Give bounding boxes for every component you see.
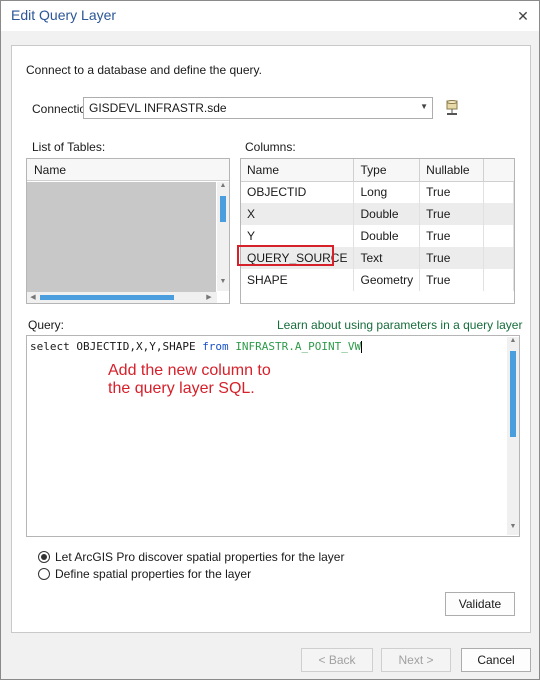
define-option-label: Define spatial properties for the layer [55, 567, 252, 581]
scroll-down-icon[interactable]: ▼ [507, 523, 519, 530]
row-filler [483, 203, 515, 225]
discover-option-label: Let ArcGIS Pro discover spatial properti… [55, 550, 345, 564]
highlight-box [237, 245, 334, 266]
tables-hscroll-thumb[interactable] [40, 295, 174, 300]
scroll-left-icon[interactable]: ◀ [27, 293, 39, 301]
sql-text: select OBJECTID,X,Y,SHAPE from INFRASTR.… [30, 340, 363, 353]
columns-label: Columns: [245, 140, 296, 154]
query-label: Query: [28, 318, 65, 332]
sql-prefix: select OBJECTID,X,Y,SHAPE [30, 340, 203, 353]
title-bar: Edit Query Layer ✕ [1, 1, 539, 31]
back-button[interactable]: < Back [301, 648, 373, 672]
query-vertical-scrollbar[interactable]: ▲ ▼ [507, 337, 519, 535]
row-filler [483, 225, 515, 247]
table-row[interactable]: Y Double True [241, 225, 515, 247]
column-header-type[interactable]: Type [353, 159, 421, 182]
columns-table: Name Type Nullable OBJECTID Long True X … [241, 159, 515, 291]
row-type: Geometry [353, 269, 421, 291]
database-connection-icon[interactable] [443, 99, 461, 117]
row-name: OBJECTID [241, 181, 355, 203]
define-option[interactable]: Define spatial properties for the layer [38, 567, 251, 581]
tables-vertical-scrollbar[interactable]: ▲ ▼ [217, 182, 229, 291]
close-icon[interactable]: ✕ [513, 6, 533, 26]
column-header-nullable[interactable]: Nullable [419, 159, 484, 182]
validate-button[interactable]: Validate [445, 592, 515, 616]
row-name: SHAPE [241, 269, 355, 291]
row-nullable: True [419, 203, 484, 225]
radio-unselected-icon[interactable] [38, 568, 50, 580]
tables-header-name: Name [34, 163, 67, 177]
row-nullable: True [419, 181, 484, 203]
column-header-name[interactable]: Name [241, 159, 355, 182]
next-button[interactable]: Next > [381, 648, 451, 672]
dialog-title: Edit Query Layer [11, 7, 117, 23]
scroll-up-icon[interactable]: ▲ [217, 182, 229, 189]
chevron-down-icon[interactable]: ▼ [420, 102, 428, 111]
edit-query-layer-dialog: Edit Query Layer ✕ Connect to a database… [0, 0, 540, 680]
radio-selected-icon[interactable] [38, 551, 50, 563]
row-type: Text [353, 247, 421, 269]
tables-vscroll-thumb[interactable] [220, 196, 226, 222]
tables-body [27, 182, 216, 292]
scroll-down-icon[interactable]: ▼ [217, 278, 229, 285]
column-header-filler [483, 159, 514, 182]
sql-table: INFRASTR.A_POINT_VW [235, 340, 362, 353]
row-nullable: True [419, 225, 484, 247]
table-row[interactable]: SHAPE Geometry True [241, 269, 515, 291]
table-row[interactable]: OBJECTID Long True [241, 181, 515, 203]
row-type: Double [353, 225, 421, 247]
scroll-up-icon[interactable]: ▲ [507, 337, 519, 344]
row-name: X [241, 203, 355, 225]
tables-list[interactable]: Name ▲ ▼ ◀ ▶ [26, 158, 230, 304]
row-type: Long [353, 181, 421, 203]
connection-dropdown[interactable]: GISDEVL INFRASTR.sde ▼ [83, 97, 433, 119]
row-name: Y [241, 225, 355, 247]
discover-option[interactable]: Let ArcGIS Pro discover spatial properti… [38, 550, 344, 564]
row-type: Double [353, 203, 421, 225]
intro-text: Connect to a database and define the que… [26, 63, 262, 77]
row-nullable: True [419, 269, 484, 291]
sql-keyword: from [202, 340, 229, 353]
query-vscroll-thumb[interactable] [510, 351, 516, 437]
cancel-button[interactable]: Cancel [461, 648, 531, 672]
row-filler [483, 269, 515, 291]
annotation-note: Add the new column to the query layer SQ… [108, 362, 271, 397]
tables-horizontal-scrollbar[interactable]: ◀ ▶ [27, 292, 217, 303]
scroll-right-icon[interactable]: ▶ [203, 293, 215, 301]
learn-parameters-link[interactable]: Learn about using parameters in a query … [277, 318, 522, 332]
table-row[interactable]: X Double True [241, 203, 515, 225]
row-nullable: True [419, 247, 484, 269]
query-editor[interactable]: select OBJECTID,X,Y,SHAPE from INFRASTR.… [26, 335, 520, 537]
row-filler [483, 247, 515, 269]
list-of-tables-label: List of Tables: [32, 140, 106, 154]
text-caret [361, 341, 363, 353]
connection-value: GISDEVL INFRASTR.sde [89, 101, 227, 115]
tables-header: Name [27, 159, 229, 181]
row-filler [483, 181, 515, 203]
columns-grid[interactable]: Name Type Nullable OBJECTID Long True X … [240, 158, 515, 304]
